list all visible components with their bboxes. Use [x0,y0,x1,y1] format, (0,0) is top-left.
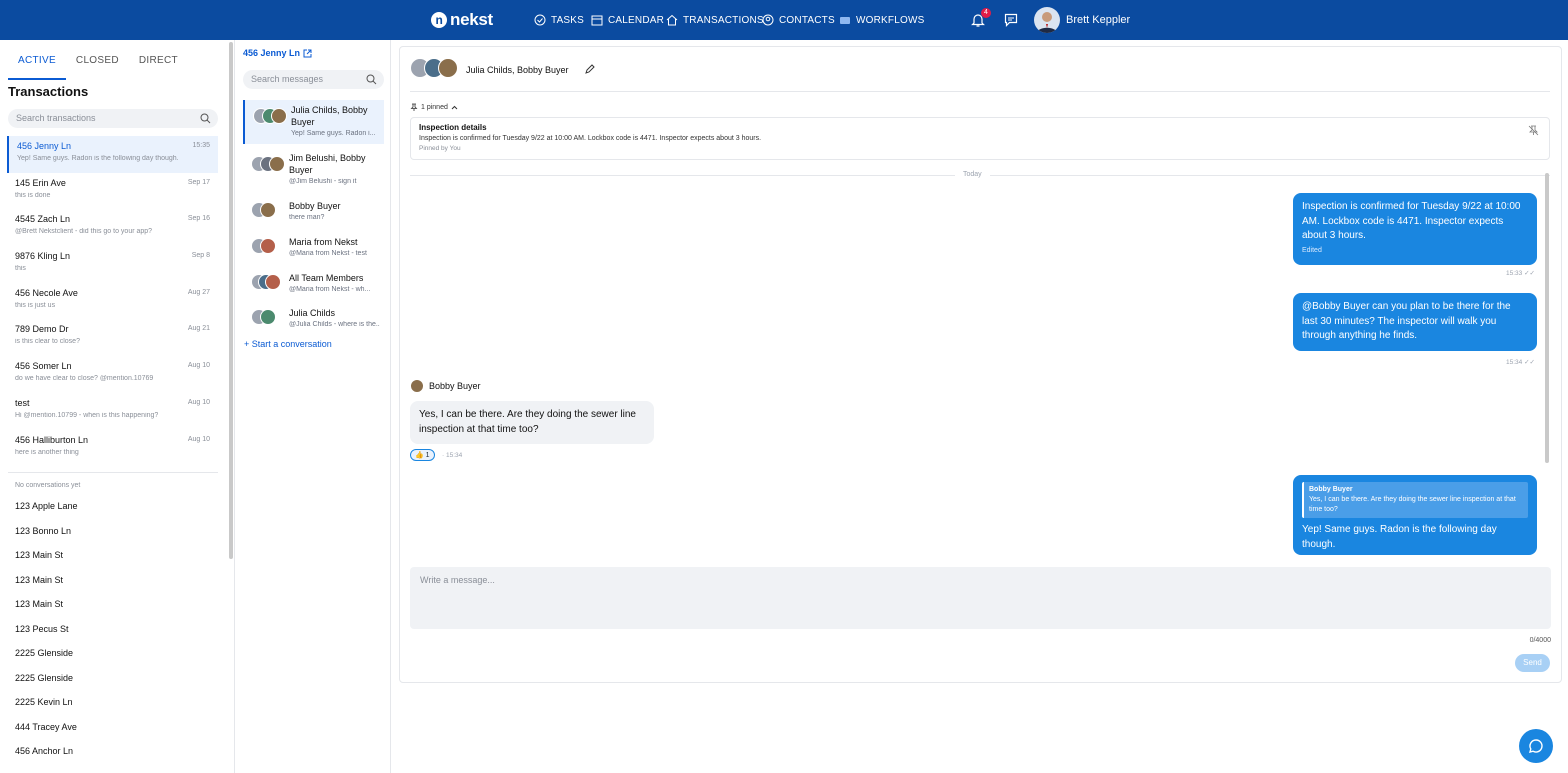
conversations-panel: 456 Jenny Ln Search messages Julia Child… [234,40,391,773]
support-chat-button[interactable] [1519,729,1553,763]
tab-direct[interactable]: DIRECT [129,50,188,80]
chat-icon[interactable] [1004,13,1018,27]
transactions-search-input[interactable]: Search transactions [8,109,218,128]
conversation-item[interactable]: All Team Members @Maria from Nekst - wh.… [243,268,384,300]
message-sender: Bobby Buyer [410,379,481,393]
home-icon [666,14,678,26]
list-item[interactable]: 123 Apple Lane [15,498,78,523]
transaction-list: 456 Jenny Ln 15:35 Yep! Same guys. Radon i… [7,136,218,466]
nav-tasks[interactable]: TASKS [534,0,584,40]
transaction-tabs: ACTIVE CLOSED DIRECT [8,50,188,80]
participants-avatars[interactable] [410,57,462,79]
list-item[interactable]: 123 Main St [15,596,78,621]
unpin-icon[interactable] [1528,125,1539,136]
message-input[interactable]: Write a message... [410,567,1551,629]
transaction-item[interactable]: 145 Erin Ave Sep 17 this is done [7,173,218,210]
divider [410,91,1550,92]
quoted-reply[interactable]: Bobby Buyer Yes, I can be there. Are the… [1302,482,1528,518]
contact-icon [762,14,774,26]
transaction-link[interactable]: 456 Jenny Ln [243,48,312,58]
conversation-item[interactable]: Jim Belushi, Bobby Buyer @Jim Belushi - … [243,148,384,192]
conversation-item[interactable]: Julia Childs, Bobby Buyer Yep! Same guys… [243,100,384,144]
list-item[interactable]: 444 Tracey Ave [15,719,78,744]
list-item[interactable]: 456 Anchor Ln [15,743,78,768]
message-time: 15:33 ✓✓ [1506,270,1535,277]
message-bubble-outgoing[interactable]: @Bobby Buyer can you plan to be there fo… [1293,293,1537,351]
left-scrollbar[interactable] [229,42,233,559]
conversation-view: Julia Childs, Bobby Buyer 1 pinned Inspe… [399,46,1562,683]
message-bubble-outgoing[interactable]: Bobby Buyer Yes, I can be there. Are the… [1293,475,1537,555]
no-conversations-label: No conversations yet [15,482,81,489]
message-search-input[interactable]: Search messages [243,70,384,89]
today-label: Today [955,171,990,178]
nav-calendar[interactable]: CALENDAR [591,0,664,40]
list-item[interactable]: 123 Main St [15,572,78,597]
conversation-title: Julia Childs, Bobby Buyer [466,65,569,75]
group-avatar [251,156,285,172]
transaction-item[interactable]: 4545 Zach Ln Sep 16 @Brett Nekstclient - d… [7,209,218,246]
search-icon [200,113,211,124]
notification-badge: 4 [981,8,991,18]
conversation-item[interactable]: Julia Childs @Julia Childs - where is th… [243,303,384,335]
conversation-item[interactable]: Bobby Buyer there man? [243,196,384,228]
char-counter: 0/4000 [1529,637,1551,644]
nav-transactions[interactable]: TRANSACTIONS [666,0,764,40]
message-bubble-incoming[interactable]: Yes, I can be there. Are they doing the … [410,401,654,444]
send-button[interactable]: Send [1515,654,1550,672]
list-item[interactable]: 2225 Kevin Ln [15,694,78,719]
group-avatar [251,309,285,325]
pencil-icon[interactable] [584,64,595,75]
transaction-item[interactable]: 456 Somer Ln Aug 10 do we have clear to cl… [7,356,218,393]
group-avatar [251,238,285,254]
transaction-item[interactable]: test Aug 10 Hi @mention.10799 - when is th… [7,393,218,430]
transaction-item[interactable]: 789 Demo Dr Aug 21 is this clear to close? [7,319,218,356]
transactions-panel: ACTIVE CLOSED DIRECT Transactions Search… [0,40,230,773]
message-bubble-outgoing[interactable]: Inspection is confirmed for Tuesday 9/22… [1293,193,1537,265]
chat-bubble-icon [1529,739,1543,753]
list-item[interactable]: 123 Pecus St [15,621,78,646]
group-avatar [253,108,287,124]
top-navbar: n nekst TASKS CALENDAR TRANSACTIONS CONTA… [0,0,1568,40]
reaction-badge[interactable]: 👍 1 [410,449,435,461]
conversation-item[interactable]: Maria from Nekst @Maria from Nekst - tes… [243,232,384,264]
transaction-item[interactable]: 456 Halliburton Ln Aug 10 here is another … [7,430,218,467]
chevron-up-icon [451,105,458,109]
tab-active[interactable]: ACTIVE [8,50,66,80]
user-avatar[interactable] [1034,7,1060,33]
empty-transaction-list: 123 Apple Lane 123 Bonno Ln 123 Main St … [15,498,78,768]
list-item[interactable]: 2225 Glenside [15,670,78,695]
sender-avatar [410,379,424,393]
divider [8,472,218,473]
group-avatar [251,202,285,218]
nekst-logo[interactable]: n nekst [431,10,493,30]
pinned-message[interactable]: Inspection details Inspection is confirm… [410,117,1550,160]
transactions-title: Transactions [8,84,89,99]
nav-workflows[interactable]: WORKFLOWS [839,0,924,40]
pinned-toggle[interactable]: 1 pinned [410,103,458,111]
group-avatar [251,274,285,290]
transaction-item[interactable]: 456 Jenny Ln 15:35 Yep! Same guys. Radon i… [7,136,218,173]
transaction-item[interactable]: 9876 Kling Ln Sep 8 this [7,246,218,283]
message-time: · 15:34 [442,452,463,459]
pin-icon [410,103,418,111]
list-item[interactable]: 123 Main St [15,547,78,572]
tab-closed[interactable]: CLOSED [66,50,129,80]
start-conversation-button[interactable]: + Start a conversation [244,339,332,349]
calendar-icon [591,15,603,26]
list-item[interactable]: 2225 Glenside [15,645,78,670]
list-item[interactable]: 123 Bonno Ln [15,523,78,548]
search-icon [366,74,377,85]
check-circle-icon [534,14,546,26]
messages-scrollbar[interactable] [1545,173,1549,463]
folder-icon [840,17,850,24]
message-time: 15:34 ✓✓ [1506,359,1535,366]
transaction-item[interactable]: 456 Necole Ave Aug 27 this is just us [7,283,218,320]
user-name[interactable]: Brett Keppler [1066,14,1130,26]
external-link-icon [303,49,312,57]
nav-contacts[interactable]: CONTACTS [762,0,835,40]
